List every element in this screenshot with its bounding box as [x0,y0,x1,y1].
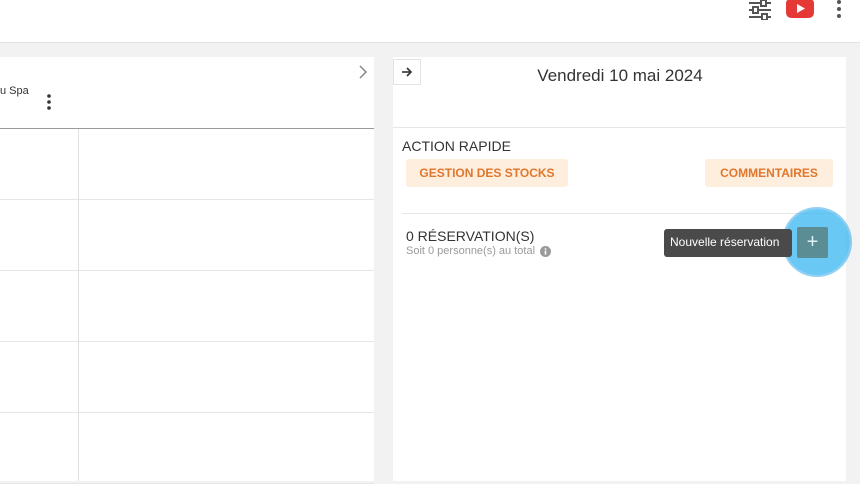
top-bar [0,0,860,43]
quick-actions-title: ACTION RAPIDE [402,138,511,154]
sliders-icon[interactable] [746,0,774,20]
info-icon[interactable] [540,245,552,257]
divider [393,127,846,128]
day-title: Vendredi 10 mai 2024 [537,66,703,85]
calendar-row[interactable] [0,200,374,271]
grid-divider [78,129,79,481]
calendar-row[interactable] [0,413,374,484]
collapse-panel-button[interactable] [393,59,421,85]
youtube-icon[interactable] [786,0,814,18]
calendar-row[interactable] [0,342,374,413]
add-reservation-button[interactable]: + [797,227,828,258]
calendar-grid [0,129,374,484]
day-panel: Vendredi 10 mai 2024 ACTION RAPIDE GESTI… [393,57,846,481]
calendar-row[interactable] [0,129,374,200]
persons-summary: Soit 0 personne(s) au total [406,245,552,257]
resource-column-label: u Spa [0,85,29,97]
column-menu-icon[interactable] [43,93,55,111]
reservation-count: 0 RÉSERVATION(S) [406,228,535,244]
calendar-header: u Spa [0,57,374,129]
persons-summary-text: Soit 0 personne(s) au total [406,245,536,257]
calendar-row[interactable] [0,271,374,342]
stock-management-button[interactable]: GESTION DES STOCKS [406,159,568,187]
calendar-panel: u Spa [0,57,374,484]
arrow-right-icon [402,67,413,77]
new-reservation-tooltip: Nouvelle réservation [664,229,792,257]
divider [402,213,837,214]
chevron-right-icon[interactable] [356,65,370,79]
comments-button[interactable]: COMMENTAIRES [705,159,833,187]
more-vertical-icon[interactable] [832,0,846,20]
